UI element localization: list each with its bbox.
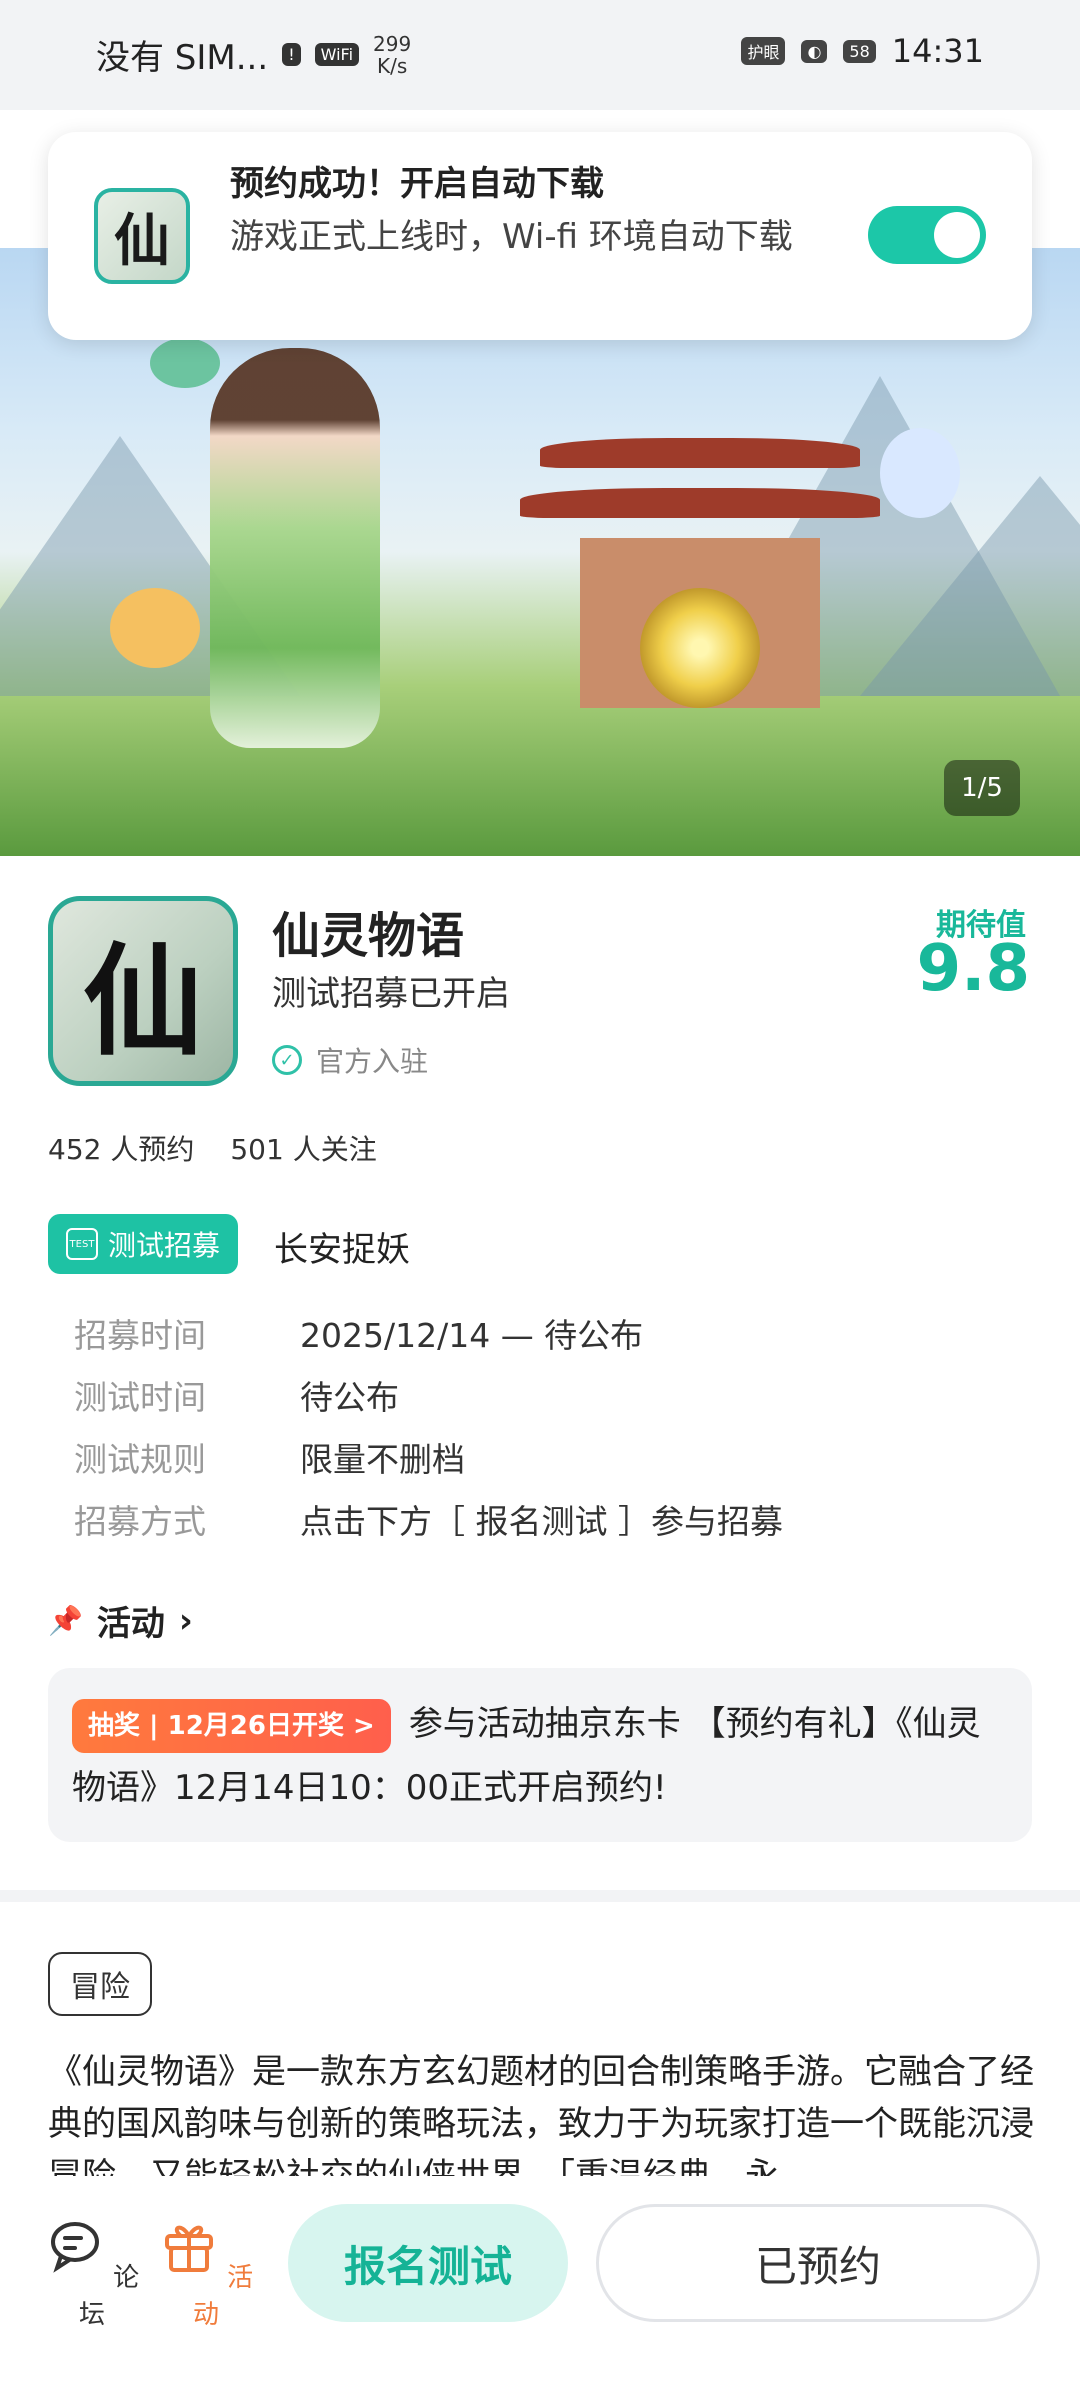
wifi-icon: WiFi	[314, 43, 360, 66]
info-row: 招募方式 点击下方［ 报名测试 ］参与招募	[74, 1488, 783, 1550]
bird-illustration	[150, 338, 220, 388]
activity-heading: 活动	[96, 1604, 165, 1644]
info-row: 测试时间 待公布	[74, 1364, 783, 1426]
official-badge: ✓ 官方入驻	[272, 1040, 428, 1080]
expectation-score: 9.8	[916, 932, 1030, 1006]
toggle-knob	[934, 212, 980, 258]
mountain-shape	[860, 476, 1080, 696]
portal-illustration	[640, 588, 760, 708]
game-description: 《仙灵物语》是一款东方玄幻题材的回合制策略手游。它融合了经典的国风韵味与创新的策…	[48, 2052, 1034, 2190]
status-left: 没有 SIM... ! WiFi 299 K/s	[96, 30, 411, 79]
app-status: 测试招募已开启	[272, 974, 510, 1014]
eye-comfort-icon: 护眼	[741, 37, 786, 65]
status-bar: 没有 SIM... ! WiFi 299 K/s 护眼 ◐ 58 14:31	[0, 0, 1080, 110]
activity-nav[interactable]: 活动	[156, 2216, 256, 2331]
toast-description: 游戏正式上线时，Wi-fi 环境自动下载	[230, 217, 793, 257]
follower-count: 501 人关注	[230, 1133, 377, 1166]
info-key: 招募方式	[74, 1502, 206, 1541]
gift-icon	[164, 2225, 213, 2272]
auto-download-toggle[interactable]	[868, 206, 986, 264]
clock: 14:31	[891, 32, 984, 70]
lottery-tag[interactable]: 抽奖 | 12月26日开奖 >	[72, 1698, 391, 1753]
network-speed: 299 K/s	[373, 33, 411, 77]
game-icon: 仙	[94, 188, 190, 284]
info-value: 限量不删档	[300, 1440, 465, 1479]
battery-icon: 58	[843, 39, 876, 63]
chevron-right-icon: ›	[178, 1600, 193, 1641]
info-key: 测试规则	[74, 1440, 206, 1479]
test-icon: TEST	[66, 1228, 98, 1260]
chat-bubble-icon	[50, 2222, 99, 2273]
info-key: 招募时间	[74, 1316, 206, 1355]
pin-icon: 📌	[48, 1604, 83, 1637]
activity-section-link[interactable]: 📌 活动 ›	[48, 1596, 193, 1645]
character-illustration	[210, 348, 380, 748]
forum-nav[interactable]: 论坛	[42, 2216, 142, 2331]
temple-illustration	[520, 418, 880, 718]
section-divider	[0, 1890, 1080, 1902]
check-circle-icon: ✓	[272, 1045, 302, 1075]
spirit-illustration	[880, 428, 960, 518]
test-name: 长安捉妖	[274, 1230, 410, 1270]
stats-row: 452 人预约 501 人关注	[48, 1128, 377, 1168]
activity-card[interactable]: 抽奖 | 12月26日开奖 > 参与活动抽京东卡 【预约有礼】《仙灵物语》12月1…	[48, 1668, 1032, 1842]
info-row: 测试规则 限量不删档	[74, 1426, 783, 1488]
recruit-info-table: 招募时间 2025/12/14 — 待公布 测试时间 待公布 测试规则 限量不删…	[74, 1302, 783, 1550]
test-recruit-label: 测试招募	[108, 1229, 221, 1262]
reservation-count: 452 人预约	[48, 1133, 195, 1166]
speed-unit: K/s	[376, 53, 408, 78]
info-value: 2025/12/14 — 待公布	[300, 1316, 644, 1355]
activity-content: 抽奖 | 12月26日开奖 > 参与活动抽京东卡 【预约有礼】《仙灵物语》12月1…	[72, 1692, 1008, 1820]
test-recruit-badge: TEST 测试招募	[48, 1214, 239, 1274]
carrier-text: 没有 SIM...	[96, 38, 269, 78]
app-icon: 仙	[48, 896, 238, 1086]
info-row: 招募时间 2025/12/14 — 待公布	[74, 1302, 783, 1364]
info-value: 点击下方［ 报名测试 ］参与招募	[300, 1502, 783, 1541]
reservation-success-toast: 仙 预约成功！开启自动下载 游戏正式上线时，Wi-fi 环境自动下载	[48, 132, 1032, 340]
sim-alert-icon: !	[282, 43, 301, 66]
reserved-button[interactable]: 已预约	[596, 2204, 1040, 2322]
bottom-action-bar: 论坛 活动 报名测试 已预约	[0, 2176, 1080, 2400]
signup-test-button[interactable]: 报名测试	[288, 2204, 568, 2322]
speed-value: 299	[373, 31, 412, 56]
official-label: 官方入驻	[316, 1045, 429, 1078]
toast-title: 预约成功！开启自动下载	[230, 164, 604, 204]
spirit-illustration	[110, 588, 200, 668]
status-right: 护眼 ◐ 58 14:31	[741, 32, 984, 70]
app-name: 仙灵物语	[272, 908, 465, 964]
genre-tag[interactable]: 冒险	[48, 1952, 152, 2016]
vibrate-icon: ◐	[801, 39, 828, 63]
info-key: 测试时间	[74, 1378, 206, 1417]
info-value: 待公布	[300, 1378, 399, 1417]
banner-page-counter: 1/5	[944, 760, 1020, 816]
